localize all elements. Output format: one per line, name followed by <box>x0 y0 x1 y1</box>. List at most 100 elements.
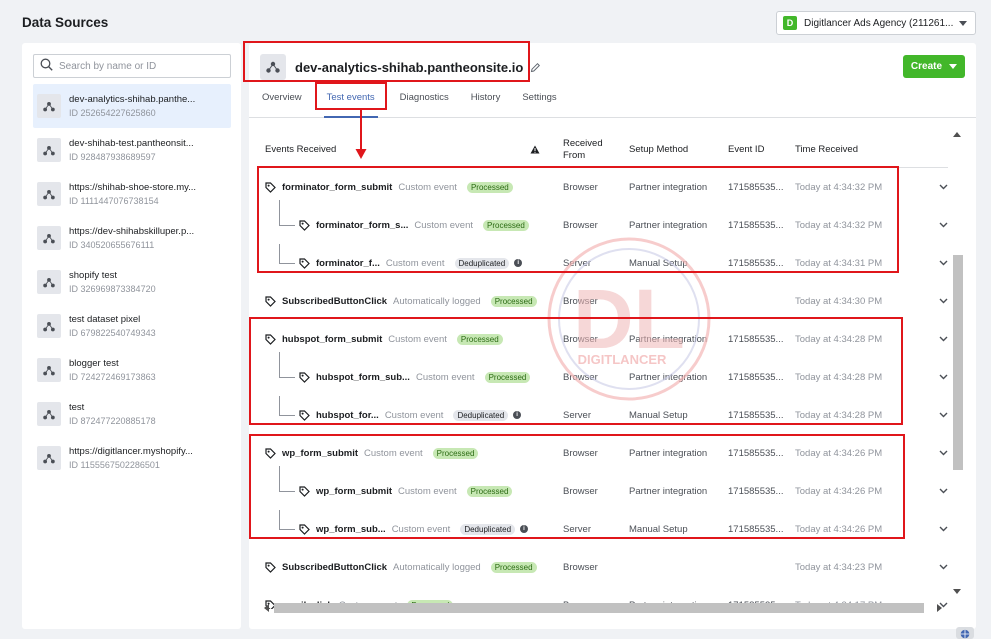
search-input[interactable] <box>59 60 219 72</box>
tab-history[interactable]: History <box>471 91 501 118</box>
data-source-item[interactable]: dev-analytics-shihab.panthe... ID 2526542… <box>33 84 231 128</box>
table-row[interactable]: SubscribedButtonClick Automatically logge… <box>257 282 948 320</box>
table-row[interactable]: wp_form_submit Custom event Processed Brows… <box>257 466 948 510</box>
status-badge: Processed <box>432 447 479 459</box>
chevron-down-icon[interactable] <box>938 510 948 548</box>
status-badge: Processed <box>484 371 531 383</box>
tab-bar: Overview Test events Diagnostics History Set… <box>262 91 579 118</box>
data-source-id: ID 1155567502286501 <box>69 460 160 470</box>
create-label: Create <box>910 61 943 72</box>
data-source-name: https://shihab-shoe-store.my... <box>69 182 197 193</box>
horizontal-scroll-thumb[interactable] <box>274 603 924 613</box>
col-events: Events Received <box>265 143 337 155</box>
tag-icon <box>299 523 310 535</box>
search-box[interactable] <box>33 54 231 78</box>
data-source-id: ID 928487938689597 <box>69 152 156 162</box>
setup-method: Partner integration <box>629 447 708 459</box>
data-source-name: test <box>69 402 85 413</box>
tree-connector <box>279 244 280 263</box>
table-row[interactable]: hubspot_for... Custom event Deduplicated i S… <box>257 396 948 434</box>
received-from: Browser <box>563 181 598 193</box>
table-row[interactable]: hubspot_form_sub... Custom event Processed… <box>257 352 948 396</box>
data-source-item[interactable]: https://shihab-shoe-store.my... ID 111144… <box>33 172 231 216</box>
time-received: Today at 4:34:28 PM <box>795 409 883 421</box>
event-type: Automatically logged <box>393 295 481 307</box>
received-from: Server <box>563 257 591 269</box>
table-row[interactable]: forminator_form_s... Custom event Processe… <box>257 200 948 244</box>
vertical-scroll-thumb[interactable] <box>953 255 963 470</box>
data-source-id: ID 326969873384720 <box>69 284 156 294</box>
data-source-name: https://dev-shihabskilluper.p... <box>69 226 195 237</box>
chevron-down-icon[interactable] <box>938 434 948 472</box>
create-button[interactable]: Create <box>903 55 965 78</box>
setup-method: Partner integration <box>629 485 708 497</box>
chevron-down-icon[interactable] <box>938 168 948 206</box>
time-received: Today at 4:34:26 PM <box>795 485 883 497</box>
tree-connector <box>279 415 295 416</box>
pixel-icon <box>37 94 61 118</box>
data-source-item[interactable]: test ID 872477220885178 <box>33 392 231 436</box>
received-from: Browser <box>563 295 598 307</box>
data-source-item[interactable]: dev-shihab-test.pantheonsit... ID 9284879… <box>33 128 231 172</box>
event-type: Custom event <box>398 485 457 497</box>
data-source-item[interactable]: shopify test ID 326969873384720 <box>33 260 231 304</box>
pixel-icon <box>37 446 61 470</box>
time-received: Today at 4:34:31 PM <box>795 257 883 269</box>
tree-connector <box>279 529 295 530</box>
info-icon[interactable]: i <box>520 525 529 533</box>
table-row[interactable]: wp_form_sub... Custom event Deduplicated i S… <box>257 510 948 548</box>
help-button[interactable] <box>956 627 974 639</box>
chevron-down-icon[interactable] <box>938 548 948 586</box>
account-selector[interactable]: D Digitlancer Ads Agency (211261... <box>776 11 976 35</box>
scroll-right-icon[interactable] <box>935 603 943 613</box>
tag-icon <box>299 257 310 269</box>
time-received: Today at 4:34:30 PM <box>795 295 883 307</box>
info-icon[interactable]: i <box>513 411 522 419</box>
chevron-down-icon[interactable] <box>938 396 948 434</box>
chevron-down-icon[interactable] <box>938 320 948 358</box>
table-row[interactable]: forminator_form_submit Custom event Proces… <box>257 168 948 206</box>
time-received: Today at 4:34:28 PM <box>795 333 883 345</box>
table-row[interactable]: forminator_f... Custom event Deduplicated i… <box>257 244 948 282</box>
received-from: Server <box>563 409 591 421</box>
chevron-down-icon[interactable] <box>938 358 948 396</box>
data-source-item[interactable]: test dataset pixel ID 679822540749343 <box>33 304 231 348</box>
table-row[interactable]: hubspot_form_submit Custom event Processed… <box>257 320 948 358</box>
tag-icon <box>299 485 310 497</box>
scroll-down-icon[interactable] <box>952 587 962 595</box>
tag-icon <box>265 333 276 345</box>
pencil-icon[interactable] <box>530 62 541 73</box>
event-name: hubspot_form_sub... <box>316 371 410 383</box>
table-row[interactable]: SubscribedButtonClick Automatically logge… <box>257 548 948 586</box>
chevron-down-icon[interactable] <box>938 244 948 282</box>
vertical-scrollbar[interactable] <box>951 129 963 599</box>
data-source-id: ID 340520655676111 <box>69 240 155 250</box>
data-source-item[interactable]: blogger test ID 724272469173863 <box>33 348 231 392</box>
horizontal-scrollbar[interactable] <box>262 601 944 615</box>
event-name: wp_form_submit <box>316 485 393 497</box>
scroll-up-icon[interactable] <box>952 131 962 139</box>
event-id: 171585535... <box>728 523 784 535</box>
setup-method: Manual Setup <box>629 523 688 535</box>
data-source-name: blogger test <box>69 358 119 369</box>
data-source-item[interactable]: https://digitlancer.myshopify... ID 11555… <box>33 436 231 480</box>
chevron-down-icon[interactable] <box>938 206 948 244</box>
scroll-left-icon[interactable] <box>263 603 271 613</box>
tab-test-events[interactable]: Test events <box>323 91 378 118</box>
chevron-down-icon[interactable] <box>938 472 948 510</box>
data-source-item[interactable]: https://dev-shihabskilluper.p... ID 34052… <box>33 216 231 260</box>
tree-connector <box>279 225 295 226</box>
event-name: SubscribedButtonClick <box>282 561 388 573</box>
status-badge: Processed <box>466 485 513 497</box>
tab-settings[interactable]: Settings <box>522 91 556 118</box>
tree-connector <box>279 510 280 529</box>
pixel-icon <box>37 402 61 426</box>
table-row[interactable]: wp_form_submit Custom event Processed Brows… <box>257 434 948 472</box>
tab-overview[interactable]: Overview <box>262 91 302 118</box>
data-source-name: shopify test <box>69 270 118 281</box>
tab-diagnostics[interactable]: Diagnostics <box>400 91 449 118</box>
time-received: Today at 4:34:23 PM <box>795 561 883 573</box>
chevron-down-icon[interactable] <box>938 282 948 320</box>
info-icon[interactable]: i <box>514 259 523 267</box>
event-type: Custom event <box>398 181 457 193</box>
